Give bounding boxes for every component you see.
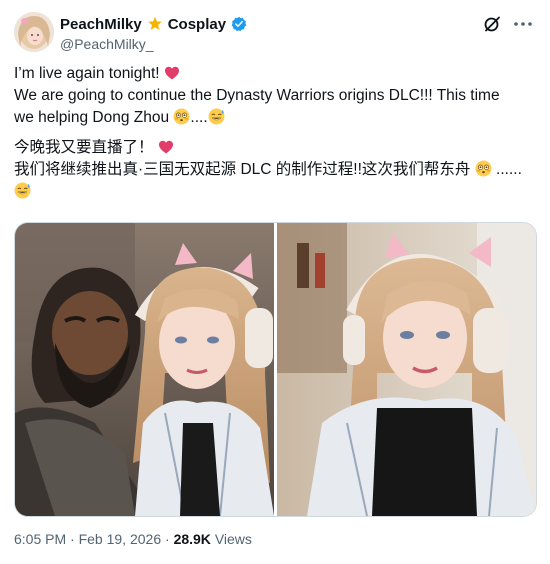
more-options-icon: [514, 22, 532, 26]
sweat-smile-icon: [14, 182, 31, 199]
meta-separator: ·: [70, 531, 75, 547]
display-name-suffix[interactable]: Cosplay: [168, 16, 226, 33]
media-photo-left[interactable]: [15, 223, 274, 516]
tweet-text: I’m live again tonight! We are going to …: [14, 63, 538, 203]
avatar[interactable]: [14, 12, 54, 52]
tweet-line: We are going to continue the Dynasty War…: [14, 87, 500, 104]
tweet-line: [14, 181, 538, 203]
flushed-face-icon: [173, 108, 190, 125]
meta-separator: ·: [165, 531, 170, 547]
tweet-meta: 6:05 PM · Feb 19, 2026 · 28.9K Views: [14, 531, 252, 547]
star-badge-icon: [147, 16, 162, 30]
more-options-button[interactable]: [512, 14, 534, 34]
views-count: 28.9K: [173, 531, 211, 547]
cosplayer-portrait-photo: [277, 223, 536, 516]
sweat-smile-icon: [208, 108, 225, 125]
verified-check-icon[interactable]: [231, 16, 247, 32]
pink-heart-icon: [164, 66, 179, 80]
grok-button[interactable]: [482, 14, 502, 34]
tweet-line: 我们将继续推出真·三国无双起源 DLC 的制作过程!!这次我们帮东舟 .....…: [14, 160, 522, 178]
author-names: PeachMilky Cosplay @PeachMilky_: [60, 14, 247, 52]
pink-heart-icon: [158, 140, 173, 154]
tweet-header: PeachMilky Cosplay @PeachMilky_: [14, 12, 536, 56]
display-name-row[interactable]: PeachMilky Cosplay: [60, 14, 247, 34]
tweet-line: I’m live again tonight!: [14, 63, 538, 85]
media-grid: [14, 222, 537, 517]
avatar-photo: [14, 12, 54, 52]
media-photo-right[interactable]: [277, 223, 536, 516]
tweet-line: we helping Dong Zhou ....: [14, 107, 538, 129]
tweet-date[interactable]: Feb 19, 2026: [79, 531, 162, 547]
author-handle[interactable]: @PeachMilky_: [60, 36, 247, 52]
display-name[interactable]: PeachMilky: [60, 16, 142, 33]
views-label: Views: [214, 531, 252, 547]
flushed-face-icon: [475, 160, 492, 177]
tweet-line: 今晚我又要直播了！: [14, 137, 538, 159]
grok-icon: [484, 16, 500, 32]
cosplayer-with-game-character-photo: [15, 223, 274, 516]
tweet-time[interactable]: 6:05 PM: [14, 531, 66, 547]
